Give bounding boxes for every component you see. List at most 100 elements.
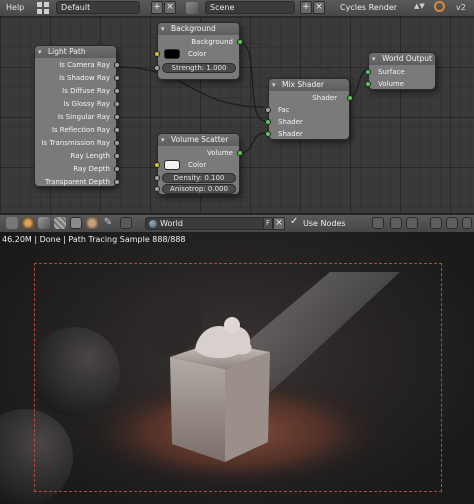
node-editor-header: ✎ World F × ✓ Use Nodes	[0, 214, 474, 233]
help-menu[interactable]: Help	[6, 3, 24, 12]
socket-ray-length[interactable]	[114, 153, 120, 159]
output-is-transmission-ray: Is Transmission Ray	[41, 139, 110, 147]
socket-mix-fac[interactable]	[265, 107, 271, 113]
remove-scene-button[interactable]: ×	[313, 1, 325, 14]
world-output-node[interactable]: World Output Surface Volume	[365, 52, 436, 90]
light-path-title[interactable]: Light Path	[35, 46, 116, 58]
output-is-camera-ray: Is Camera Ray	[59, 61, 110, 69]
background-color-label: Color	[188, 50, 207, 58]
snap-element-icon[interactable]	[406, 217, 418, 229]
socket-transparent-depth[interactable]	[114, 179, 120, 185]
node-editor-canvas[interactable]: Light Path Is Camera Ray Is Shadow Ray I…	[0, 17, 474, 213]
socket-mix-shader1[interactable]	[265, 119, 271, 125]
socket-mix-shader-output[interactable]	[347, 95, 353, 101]
socket-background-color[interactable]	[154, 51, 160, 57]
scene-field[interactable]: Scene	[205, 1, 295, 14]
world-icon	[149, 220, 157, 228]
socket-is-shadow-ray[interactable]	[114, 75, 120, 81]
object-shader-icon[interactable]	[22, 217, 34, 229]
background-node[interactable]: Background Background Color Strength: 1.…	[154, 22, 243, 80]
socket-volume-density[interactable]	[154, 175, 160, 181]
socket-background-output[interactable]	[237, 39, 243, 45]
mix-shader-output-label: Shader	[312, 94, 337, 102]
world-name: World	[160, 219, 183, 228]
screen-layout-icon[interactable]	[37, 2, 49, 14]
background-color-swatch[interactable]	[164, 49, 180, 59]
output-is-shadow-ray: Is Shadow Ray	[59, 74, 110, 82]
background-title[interactable]: Background	[158, 23, 239, 35]
socket-mix-shader2[interactable]	[265, 131, 271, 137]
texture-icon[interactable]	[54, 217, 66, 229]
blender-logo-icon	[434, 1, 445, 12]
socket-volume-color[interactable]	[154, 162, 160, 168]
socket-is-singular-ray[interactable]	[114, 114, 120, 120]
volume-scatter-title[interactable]: Volume Scatter	[158, 134, 239, 146]
use-nodes-label: Use Nodes	[303, 219, 346, 228]
add-scene-button[interactable]: +	[300, 1, 312, 14]
world-shader-icon[interactable]	[38, 217, 50, 229]
socket-world-volume[interactable]	[365, 81, 371, 87]
snap-icon[interactable]	[390, 217, 402, 229]
render-border-frame	[34, 263, 442, 492]
socket-is-glossy-ray[interactable]	[114, 101, 120, 107]
anisotropy-value: 0.000	[207, 185, 228, 193]
socket-ray-depth[interactable]	[114, 166, 120, 172]
socket-is-diffuse-ray[interactable]	[114, 88, 120, 94]
material-sphere-icon[interactable]	[86, 217, 98, 229]
link-background-to-volume-faint	[239, 42, 369, 83]
output-transparent-depth: Transparent Depth	[45, 178, 110, 186]
copy-icon[interactable]	[430, 217, 442, 229]
link-background-to-shader	[239, 42, 266, 122]
mix-shader-node[interactable]: Mix Shader Shader Fac Shader Shader	[265, 78, 353, 140]
anisotropy-label: Anisotrop:	[170, 185, 206, 193]
render-engine-dropdown-icon[interactable]: ▲▼	[414, 2, 425, 10]
use-nodes-checkbox[interactable]: ✓	[290, 216, 298, 227]
world-output-title[interactable]: World Output	[369, 53, 435, 65]
view-menu-icon[interactable]	[6, 217, 18, 229]
fake-user-button[interactable]: F	[263, 217, 273, 230]
density-value: 0.100	[204, 174, 225, 182]
density-slider[interactable]: Density: 0.100	[162, 173, 236, 183]
world-datablock-field[interactable]: World	[145, 217, 267, 230]
mix-shader-title[interactable]: Mix Shader	[269, 79, 349, 91]
light-path-node[interactable]: Light Path Is Camera Ray Is Shadow Ray I…	[34, 45, 120, 187]
scene-icon	[186, 2, 198, 14]
render-engine-select[interactable]: Cycles Render	[340, 3, 397, 12]
add-layout-button[interactable]: +	[151, 1, 163, 14]
socket-world-surface[interactable]	[365, 69, 371, 75]
output-is-glossy-ray: Is Glossy Ray	[63, 100, 110, 108]
strength-label: Strength:	[171, 64, 205, 72]
volume-color-swatch[interactable]	[164, 160, 180, 170]
brush-icon[interactable]: ✎	[102, 217, 114, 229]
volume-color-label: Color	[188, 161, 207, 169]
link-volume-to-shader	[239, 132, 266, 154]
backdrop-icon[interactable]	[372, 217, 384, 229]
mix-fac-label: Fac	[278, 106, 290, 114]
socket-is-reflection-ray[interactable]	[114, 127, 120, 133]
mix-shader1-label: Shader	[278, 118, 303, 126]
node-tree-icon[interactable]	[462, 217, 472, 229]
screen-layout-field[interactable]: Default	[56, 1, 140, 14]
socket-background-strength[interactable]	[154, 65, 160, 71]
volume-scatter-output-label: Volume	[206, 149, 233, 157]
socket-is-camera-ray[interactable]	[114, 62, 120, 68]
strength-value: 1.000	[206, 64, 227, 72]
paste-icon[interactable]	[446, 217, 458, 229]
output-ray-depth: Ray Depth	[73, 165, 110, 173]
info-header: Help Default + × Scene + × Cycles Render…	[0, 0, 474, 17]
strength-slider[interactable]: Strength: 1.000	[162, 63, 236, 73]
render-view[interactable]: 46.20M | Done | Path Tracing Sample 888/…	[0, 232, 474, 504]
version-label: v2	[456, 3, 466, 12]
output-is-singular-ray: Is Singular Ray	[57, 113, 110, 121]
socket-volume-output[interactable]	[237, 150, 243, 156]
remove-layout-button[interactable]: ×	[164, 1, 176, 14]
density-label: Density:	[173, 174, 203, 182]
anisotropy-slider[interactable]: Anisotrop: 0.000	[162, 184, 236, 194]
unlink-world-button[interactable]: ×	[273, 217, 285, 230]
socket-is-transmission-ray[interactable]	[114, 140, 120, 146]
world-browse-icon[interactable]	[120, 217, 132, 229]
volume-scatter-node[interactable]: Volume Scatter Volume Color Density: 0.1…	[154, 133, 243, 195]
compositing-icon[interactable]	[70, 217, 82, 229]
world-volume-label: Volume	[378, 80, 405, 88]
socket-volume-anisotropy[interactable]	[154, 186, 160, 192]
